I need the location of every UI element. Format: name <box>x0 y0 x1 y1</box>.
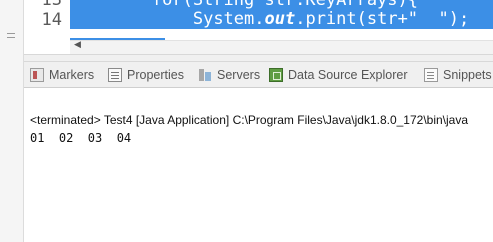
code-line-14-indent <box>152 10 193 29</box>
editor-views-separator[interactable] <box>24 54 493 62</box>
code-line-13[interactable]: for(String str:KeyArrays){ <box>70 0 493 10</box>
tab-servers-label: Servers <box>217 68 261 82</box>
code-line-14-field: out <box>264 10 296 29</box>
tab-snippets[interactable]: Snippets <box>424 67 492 83</box>
tab-properties[interactable]: Properties <box>108 67 184 83</box>
tab-markers[interactable]: Markers <box>30 67 94 83</box>
code-line-14-call: .print(str+" "); <box>295 10 470 29</box>
collapse-handle[interactable] <box>7 33 15 38</box>
code-line-13-text: for(String str:KeyArrays){ <box>151 0 418 10</box>
left-window-edge <box>0 0 24 242</box>
console-status-line: <terminated> Test4 [Java Application] C:… <box>30 113 469 127</box>
data-source-explorer-icon <box>269 68 283 82</box>
tab-data-source-explorer-label: Data Source Explorer <box>288 68 408 82</box>
snippets-icon <box>424 68 438 82</box>
servers-icon <box>198 68 212 82</box>
tab-data-source-explorer[interactable]: Data Source Explorer <box>269 67 408 83</box>
scroll-left-arrow-icon[interactable]: ◀ <box>74 40 81 50</box>
properties-icon <box>108 68 122 82</box>
views-tab-bar: Markers Properties Servers Data Source E… <box>24 62 493 88</box>
code-line-14-object: System. <box>192 10 265 29</box>
console-view[interactable]: <terminated> Test4 [Java Application] C:… <box>24 88 493 242</box>
tab-snippets-label: Snippets <box>443 68 492 82</box>
tab-properties-label: Properties <box>127 68 184 82</box>
line-number-13: 13 <box>41 0 62 10</box>
tab-markers-label: Markers <box>49 68 95 82</box>
line-number-gutter: 13 14 <box>24 0 70 38</box>
line-number-14: 14 <box>41 10 62 30</box>
code-line-14[interactable]: System.out.print(str+" "); <box>70 10 493 29</box>
horizontal-scrollbar[interactable]: ◀ <box>70 40 493 54</box>
markers-icon <box>30 68 44 82</box>
code-editor[interactable]: 13 14 for(String str:KeyArrays){ System.… <box>24 0 493 54</box>
tab-servers[interactable]: Servers <box>198 67 260 83</box>
console-output: 01 02 03 04 <box>30 131 132 145</box>
